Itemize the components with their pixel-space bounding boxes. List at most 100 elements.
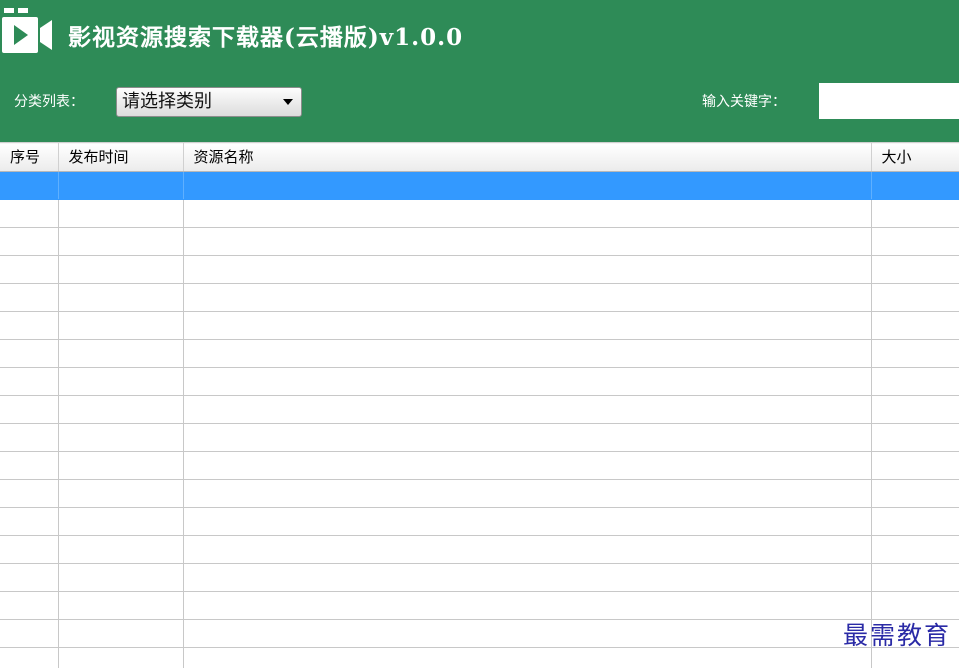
table-cell — [871, 563, 959, 592]
table-cell — [58, 507, 184, 536]
table-cell — [58, 451, 184, 480]
table-cell — [871, 423, 959, 452]
table-header-row: 序号 发布时间 资源名称 大小 — [0, 142, 959, 172]
table-cell — [183, 283, 872, 312]
table-cell — [183, 535, 872, 564]
table-cell — [58, 339, 184, 368]
table-row[interactable] — [0, 283, 959, 312]
table-cell — [58, 199, 184, 228]
table-cell — [183, 563, 872, 592]
table-cell — [0, 255, 59, 284]
table-row[interactable] — [0, 423, 959, 452]
category-label: 分类列表： — [14, 94, 84, 110]
table-row[interactable] — [0, 171, 959, 200]
table-cell — [871, 451, 959, 480]
table-cell — [183, 451, 872, 480]
column-header-size[interactable]: 大小 — [871, 142, 959, 172]
table-cell — [58, 563, 184, 592]
table-cell — [0, 619, 59, 648]
table-cell — [183, 199, 872, 228]
table-cell — [0, 311, 59, 340]
watermark-text: 最需教育 — [842, 621, 951, 650]
table-cell — [183, 339, 872, 368]
table-cell — [58, 171, 184, 200]
table-cell — [58, 367, 184, 396]
table-row[interactable] — [0, 451, 959, 480]
table-cell — [183, 591, 872, 620]
keyword-input[interactable] — [819, 83, 959, 119]
table-row[interactable] — [0, 563, 959, 592]
table-cell — [871, 479, 959, 508]
table-cell — [871, 367, 959, 396]
table-cell — [183, 507, 872, 536]
table-cell — [871, 339, 959, 368]
table-cell — [0, 395, 59, 424]
table-cell — [871, 283, 959, 312]
table-cell — [0, 451, 59, 480]
table-cell — [58, 535, 184, 564]
table-cell — [871, 255, 959, 284]
table-cell — [0, 591, 59, 620]
table-row[interactable] — [0, 339, 959, 368]
table-cell — [183, 311, 872, 340]
table-cell — [58, 591, 184, 620]
table-row[interactable] — [0, 395, 959, 424]
category-select[interactable]: 请选择类别 — [116, 87, 302, 117]
table-cell — [871, 199, 959, 228]
table-row[interactable] — [0, 535, 959, 564]
table-cell — [0, 283, 59, 312]
table-cell — [0, 339, 59, 368]
table-cell — [58, 423, 184, 452]
table-row[interactable] — [0, 591, 959, 620]
column-header-resource-name[interactable]: 资源名称 — [183, 142, 872, 172]
table-cell — [871, 311, 959, 340]
table-cell — [183, 479, 872, 508]
keyword-label: 输入关键字： — [702, 94, 786, 110]
table-cell — [58, 227, 184, 256]
video-camera-icon — [2, 8, 52, 53]
table-row[interactable] — [0, 619, 959, 648]
resource-table[interactable]: 序号 发布时间 资源名称 大小 — [0, 142, 959, 668]
table-cell — [183, 227, 872, 256]
table-cell — [0, 199, 59, 228]
app-header: 影视资源搜索下载器(云播版)v1.0.0 分类列表： 请选择类别 输入关键字： — [0, 0, 959, 142]
table-cell — [0, 479, 59, 508]
table-cell — [183, 647, 872, 668]
table-row[interactable] — [0, 479, 959, 508]
category-select-value: 请选择类别 — [122, 91, 212, 112]
table-cell — [58, 395, 184, 424]
table-cell — [0, 423, 59, 452]
column-header-publish-time[interactable]: 发布时间 — [58, 142, 184, 172]
table-cell — [58, 255, 184, 284]
table-cell — [0, 563, 59, 592]
table-cell — [183, 619, 872, 648]
table-cell — [183, 367, 872, 396]
column-header-index[interactable]: 序号 — [0, 142, 59, 172]
table-row[interactable] — [0, 255, 959, 284]
dropdown-arrow-icon — [283, 99, 293, 105]
table-cell — [58, 283, 184, 312]
table-cell — [871, 535, 959, 564]
table-cell — [871, 395, 959, 424]
table-cell — [58, 479, 184, 508]
table-cell — [183, 255, 872, 284]
table-cell — [0, 535, 59, 564]
table-cell — [0, 171, 59, 200]
table-row[interactable] — [0, 311, 959, 340]
table-row[interactable] — [0, 199, 959, 228]
table-row[interactable] — [0, 227, 959, 256]
resource-table-container[interactable]: 序号 发布时间 资源名称 大小 — [0, 142, 959, 668]
table-cell — [183, 171, 872, 200]
table-cell — [58, 619, 184, 648]
table-row[interactable] — [0, 367, 959, 396]
table-cell — [183, 395, 872, 424]
table-cell — [183, 423, 872, 452]
table-cell — [871, 171, 959, 200]
table-cell — [58, 647, 184, 668]
table-cell — [0, 367, 59, 396]
table-row[interactable] — [0, 647, 959, 668]
table-row[interactable] — [0, 507, 959, 536]
table-cell — [871, 227, 959, 256]
table-cell — [871, 507, 959, 536]
app-title: 影视资源搜索下载器(云播版)v1.0.0 — [68, 24, 464, 51]
